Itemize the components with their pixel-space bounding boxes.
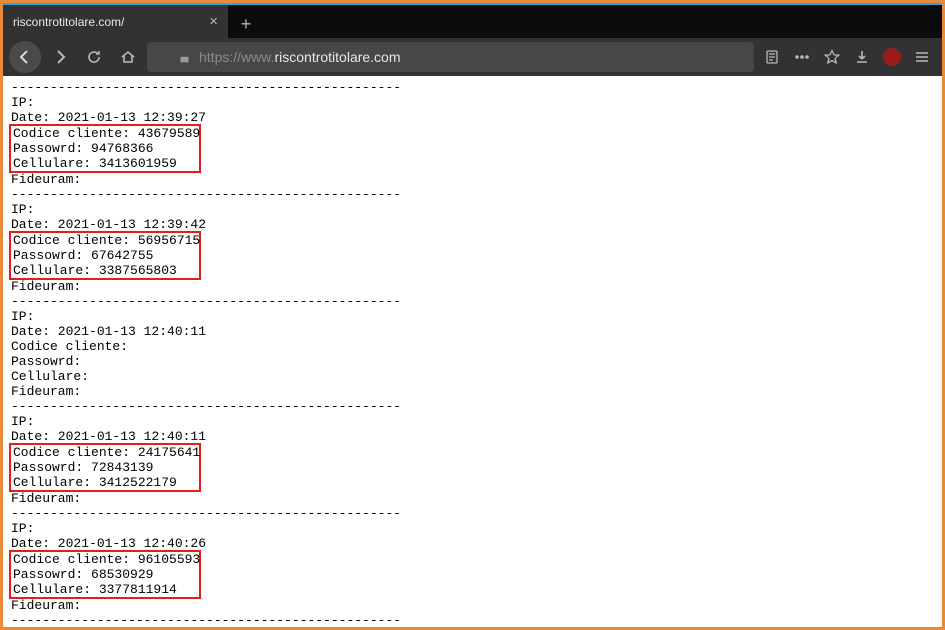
close-icon[interactable]: × [209,14,218,29]
log-line: Date: 2021-01-13 12:40:11 [11,324,934,339]
log-line: IP: [11,414,934,429]
log-line: Cellulare: 3387565803 [11,263,199,278]
bookmark-button[interactable] [818,42,846,72]
log-line: ----------------------------------------… [11,80,934,95]
page-content: ----------------------------------------… [3,76,942,627]
log-line: IP: [11,309,934,324]
log-line: Passowrd: 68530929 [11,567,199,582]
log-line: Codice cliente: [11,339,934,354]
log-line: Passowrd: 94768366 [11,141,199,156]
highlight-box: Codice cliente: 56956715Passowrd: 676427… [9,231,201,280]
highlight-box: Codice cliente: 24175641Passowrd: 728431… [9,443,201,492]
url-domain: riscontrotitolare.com [274,49,400,65]
log-line: Cellulare: 3412522179 [11,475,199,490]
log-line: Codice cliente: 56956715 [11,233,199,248]
shield-icon [155,50,170,65]
log-line: Fideuram: [11,172,934,187]
url-text: https://www.riscontrotitolare.com [199,42,746,72]
log-line: Date: 2021-01-13 12:40:11 [11,429,934,444]
downloads-button[interactable] [848,42,876,72]
address-bar[interactable]: https://www.riscontrotitolare.com [147,42,754,72]
reader-button[interactable] [758,42,786,72]
log-line: ----------------------------------------… [11,613,934,627]
menu-button[interactable] [908,42,936,72]
lock-icon [178,51,191,64]
new-tab-button[interactable]: + [232,10,260,38]
log-line: Date: 2021-01-13 12:40:26 [11,536,934,551]
ublock-button[interactable] [878,42,906,72]
log-line: IP: [11,521,934,536]
log-line: Codice cliente: 43679589 [11,126,199,141]
tab-strip: riscontrotitolare.com/ × + [3,3,942,38]
log-line: Fideuram: [11,598,934,613]
home-button[interactable] [113,42,143,72]
log-line: Passowrd: 72843139 [11,460,199,475]
log-line: IP: [11,202,934,217]
log-line: Codice cliente: 96105593 [11,552,199,567]
log-line: ----------------------------------------… [11,399,934,414]
log-line: Fideuram: [11,491,934,506]
navbar: https://www.riscontrotitolare.com [3,38,942,76]
forward-button[interactable] [45,42,75,72]
log-line: Date: 2021-01-13 12:39:27 [11,110,934,125]
log-line: Cellulare: 3377811914 [11,582,199,597]
url-prefix: https://www. [199,49,274,65]
log-line: Cellulare: 3413601959 [11,156,199,171]
ublock-icon [883,48,901,66]
highlight-box: Codice cliente: 43679589Passowrd: 947683… [9,124,201,173]
log-line: ----------------------------------------… [11,506,934,521]
log-line: Date: 2021-01-13 12:39:42 [11,217,934,232]
browser-window: riscontrotitolare.com/ × + https://www.r [3,3,942,627]
log-line: Passowrd: [11,354,934,369]
log-line: IP: [11,95,934,110]
back-button[interactable] [9,41,41,73]
reload-button[interactable] [79,42,109,72]
tab-active[interactable]: riscontrotitolare.com/ × [3,5,228,38]
log-line: Passowrd: 67642755 [11,248,199,263]
highlight-box: Codice cliente: 96105593Passowrd: 685309… [9,550,201,599]
log-line: Fideuram: [11,384,934,399]
log-line: ----------------------------------------… [11,294,934,309]
log-line: ----------------------------------------… [11,187,934,202]
page-actions-button[interactable] [788,42,816,72]
tab-title: riscontrotitolare.com/ [13,15,201,29]
log-line: Cellulare: [11,369,934,384]
log-line: Fideuram: [11,279,934,294]
log-line: Codice cliente: 24175641 [11,445,199,460]
